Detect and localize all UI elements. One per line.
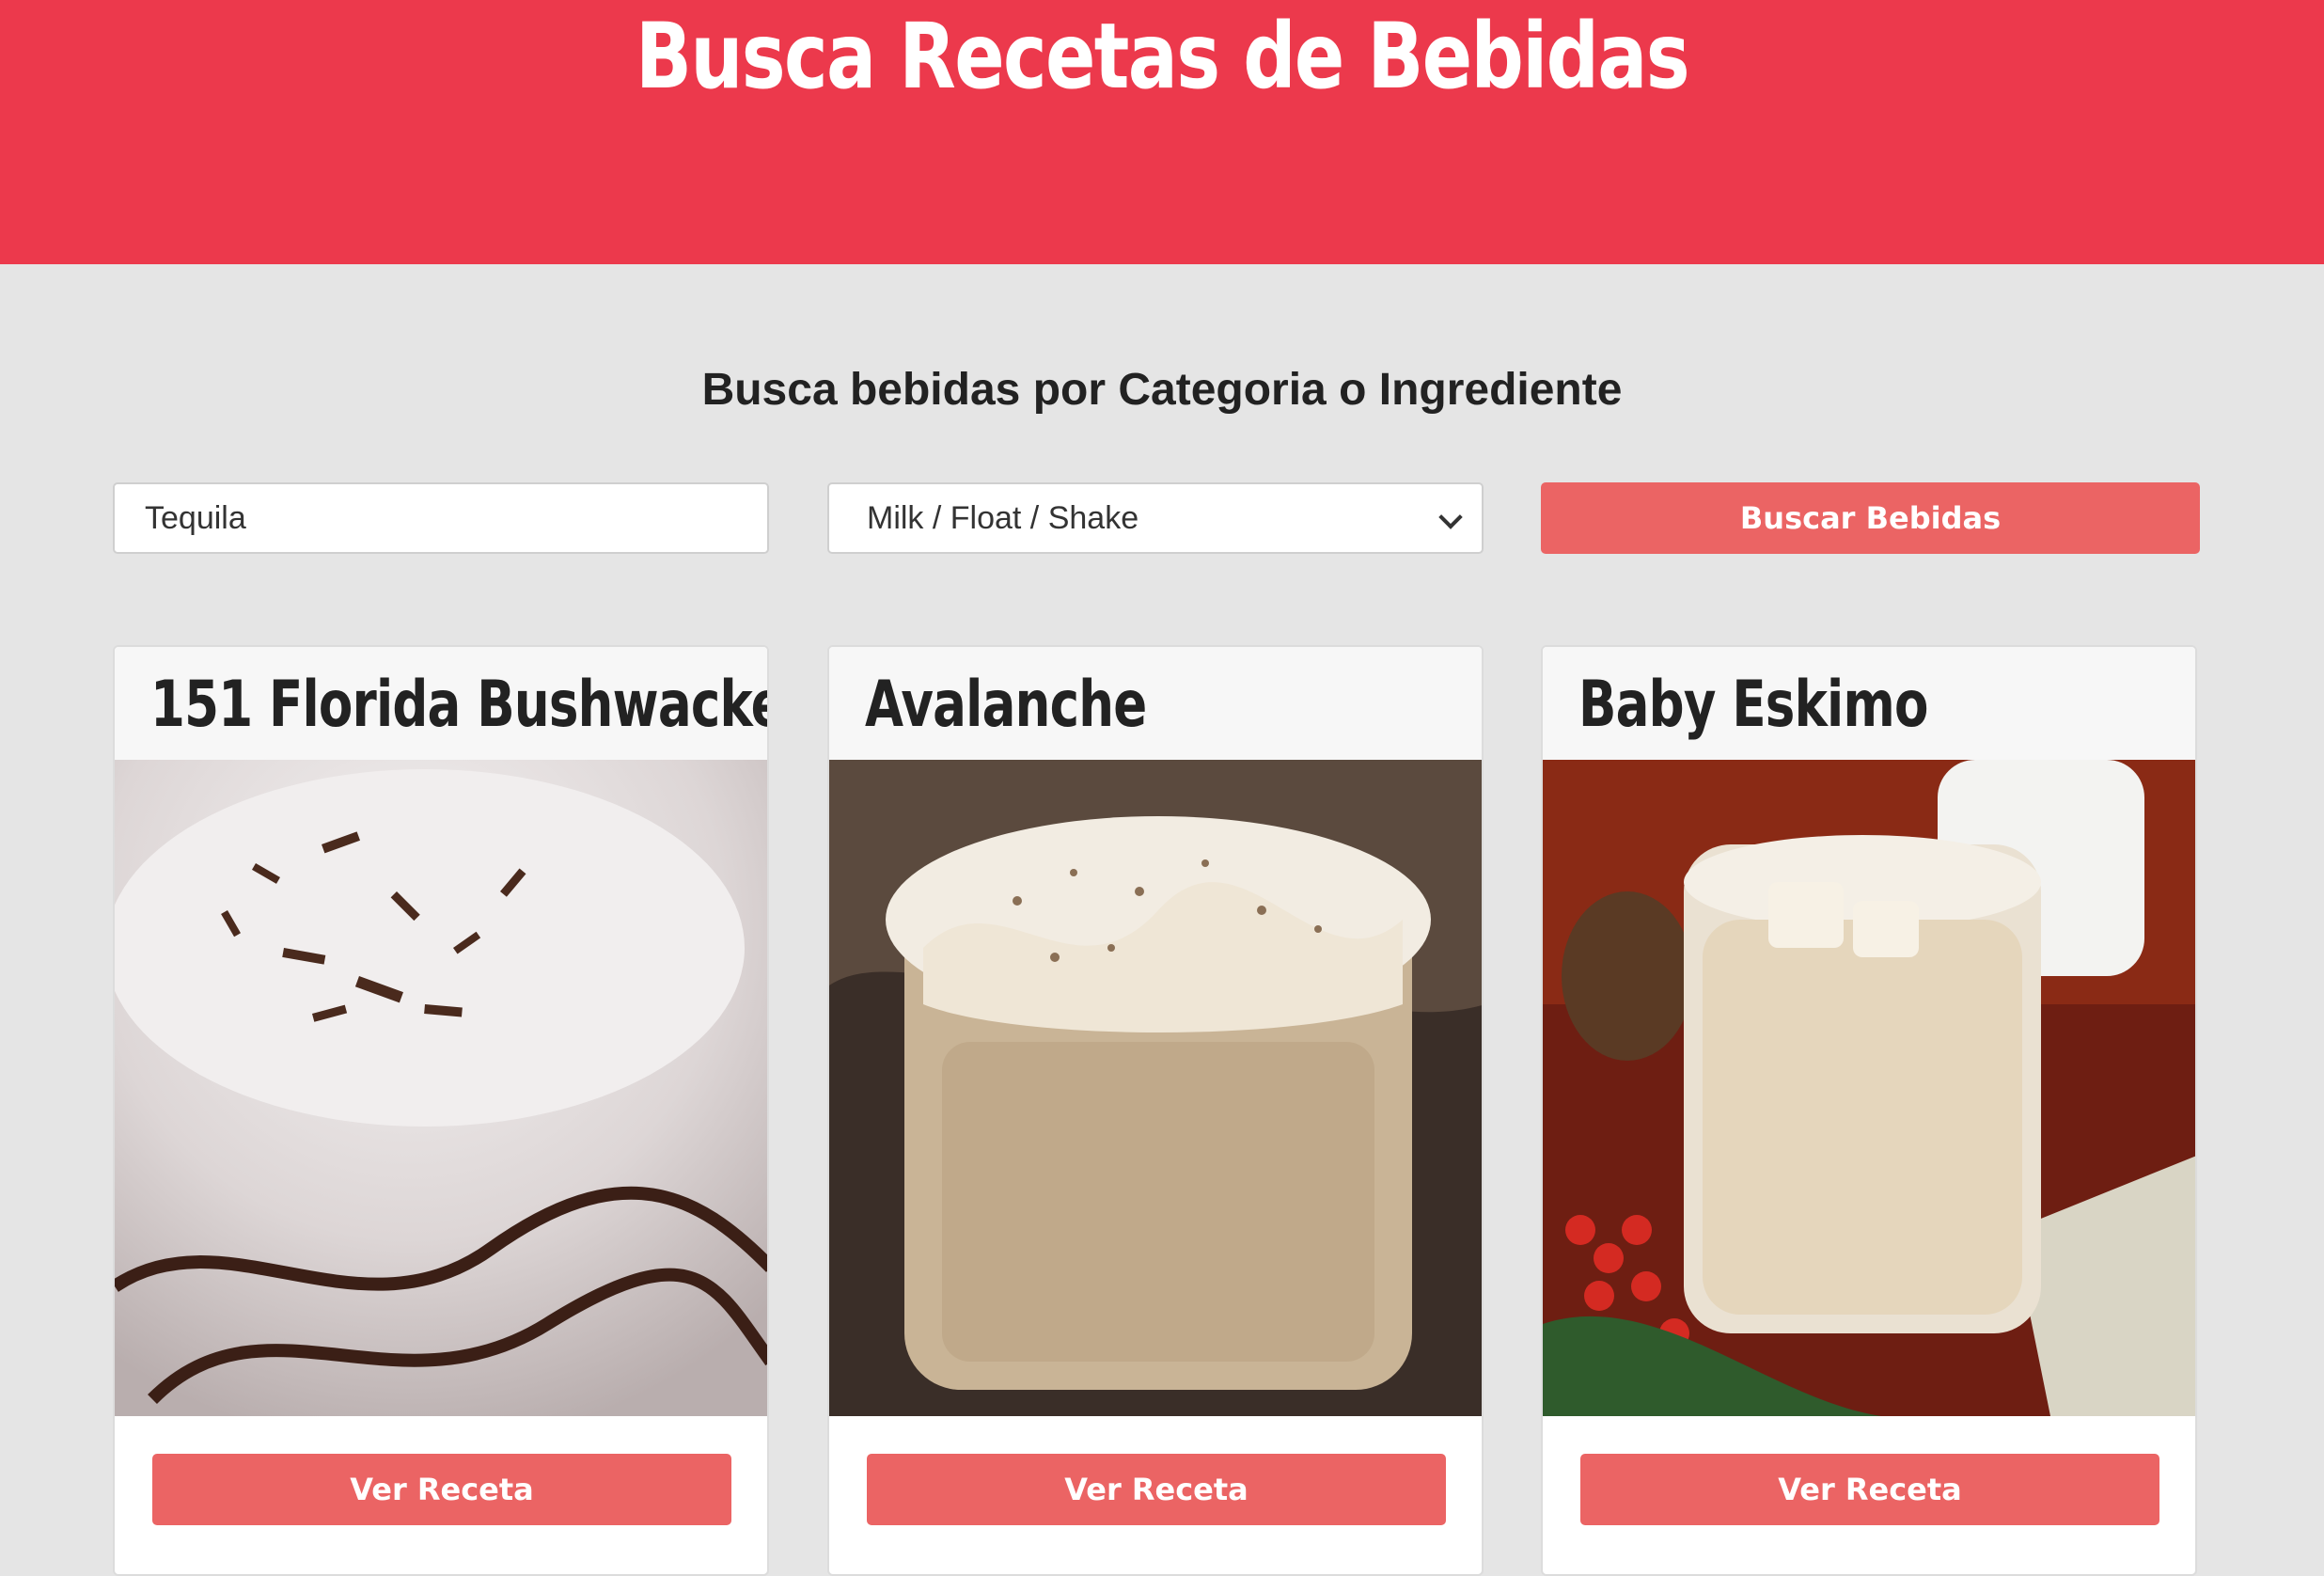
view-recipe-button[interactable]: Ver Receta [867,1454,1446,1525]
drink-card: Baby Eskimo Ver Receta [1541,645,2197,1576]
drink-card: Avalanche Ver Receta [827,645,1484,1576]
drink-image [829,760,1482,1416]
drink-image [115,760,767,1416]
search-drinks-button[interactable]: Buscar Bebidas [1541,482,2200,554]
card-header: 151 Florida Bushwacker [115,647,767,760]
search-heading: Busca bebidas por Categoria o Ingredient… [701,365,1623,415]
drink-name: 151 Florida Bushwacker [150,668,769,742]
category-select[interactable]: Milk / Float / Shake [827,482,1484,554]
page-title: Busca Recetas de Bebidas [636,4,1690,109]
drink-image [1543,760,2195,1416]
ingredient-search-input[interactable] [113,482,769,554]
site-header: Busca Recetas de Bebidas [0,0,2324,264]
card-header: Baby Eskimo [1543,647,2195,760]
drink-card: 151 Florida Bushwacker Ver Receta [113,645,769,1576]
card-header: Avalanche [829,647,1482,760]
view-recipe-button[interactable]: Ver Receta [1580,1454,2159,1525]
drink-name: Baby Eskimo [1578,668,1928,742]
category-selected-value: Milk / Float / Shake [867,499,1139,536]
drink-name: Avalanche [865,668,1147,742]
chevron-down-icon [1438,505,1463,529]
view-recipe-button[interactable]: Ver Receta [152,1454,731,1525]
